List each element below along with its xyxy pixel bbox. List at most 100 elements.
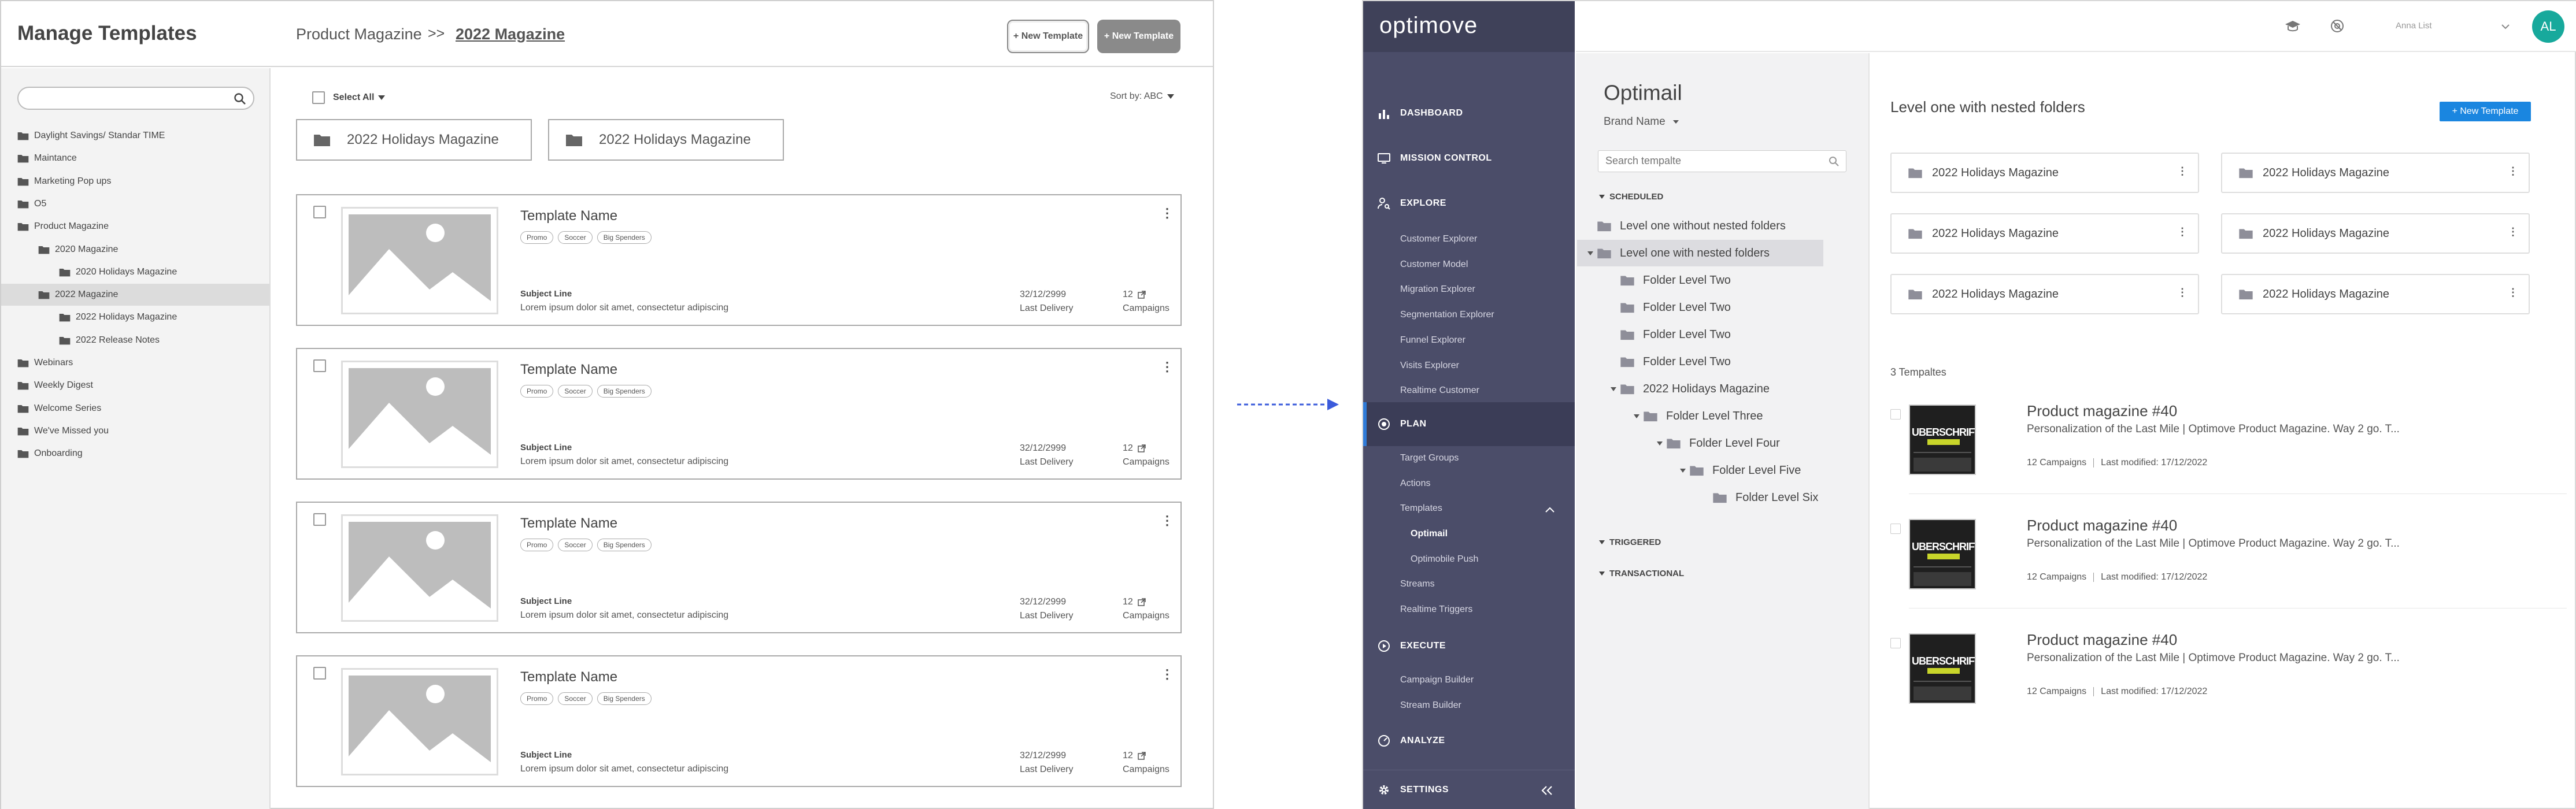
tag-chip[interactable]: Promo	[520, 385, 554, 398]
optimail-tree-node[interactable]: Folder Level Four	[1657, 430, 1848, 457]
nav-item[interactable]: Realtime Triggers	[1400, 604, 1472, 615]
optimail-tree-node[interactable]: Folder Level Two	[1611, 267, 1848, 294]
template-search-input[interactable]	[1605, 151, 1825, 170]
nav-mission-control[interactable]: MISSION CONTROL	[1363, 147, 1575, 170]
nav-execute[interactable]: EXECUTE	[1363, 634, 1575, 658]
more-options-icon[interactable]: ⋮	[1161, 359, 1174, 374]
template-row-checkbox[interactable]	[1890, 638, 1901, 648]
tag-chip[interactable]: Big Spenders	[597, 692, 652, 705]
breadcrumb-parent[interactable]: Product Magazine	[296, 25, 422, 43]
template-card-checkbox[interactable]	[313, 667, 326, 680]
caret-down-icon[interactable]	[1587, 250, 1593, 256]
nav-item[interactable]: Actions	[1400, 478, 1430, 489]
template-card[interactable]: Template Name Promo Soccer Big Spenders Subj…	[296, 194, 1182, 326]
more-options-icon[interactable]: ⋮	[2177, 226, 2188, 238]
template-thumbnail[interactable]: UBERSCHRIFT	[1909, 404, 1976, 475]
template-row[interactable]: UBERSCHRIFT Product magazine #40 Personali…	[1890, 628, 2567, 737]
more-options-icon[interactable]: ⋮	[1161, 513, 1174, 528]
nav-item[interactable]: Stream Builder	[1400, 700, 1461, 711]
campaigns-count[interactable]: 12 Campaigns	[2027, 572, 2086, 582]
template-card[interactable]: Template Name Promo Soccer Big Spenders Subj…	[296, 655, 1182, 787]
more-options-icon[interactable]: ⋮	[2508, 287, 2518, 299]
template-card-checkbox[interactable]	[313, 206, 326, 218]
optimail-tree-node[interactable]: Level one with nested folders	[1577, 240, 1823, 266]
avatar[interactable]: AL	[2532, 10, 2564, 43]
optimail-tree-node[interactable]: Folder Level Two	[1611, 321, 1848, 348]
nav-item[interactable]: Target Groups	[1400, 453, 1459, 463]
more-options-icon[interactable]: ⋮	[1161, 667, 1174, 682]
folder-tree-item[interactable]: O5	[1, 193, 269, 215]
campaigns-count[interactable]: 12 Campaigns	[1123, 595, 1169, 623]
section-scheduled[interactable]: SCHEDULED	[1599, 192, 1663, 202]
nav-subitem[interactable]: Optimobile Push	[1411, 554, 1478, 565]
subfolder-card[interactable]: 2022 Holidays Magazine ⋮	[1890, 213, 2199, 254]
tag-chip[interactable]: Soccer	[558, 692, 593, 705]
section-transactional[interactable]: TRANSACTIONAL	[1599, 569, 1684, 578]
section-triggered[interactable]: TRIGGERED	[1599, 537, 1661, 547]
template-name[interactable]: Product magazine #40	[2027, 631, 2177, 649]
template-row-checkbox[interactable]	[1890, 524, 1901, 534]
caret-down-icon[interactable]	[1611, 386, 1616, 392]
nav-subitem[interactable]: Optimail	[1411, 529, 1448, 539]
template-name[interactable]: Template Name	[520, 669, 617, 685]
select-all[interactable]: Select All	[312, 91, 386, 104]
more-options-icon[interactable]: ⋮	[2177, 287, 2188, 299]
template-name[interactable]: Product magazine #40	[2027, 402, 2177, 420]
folder-tree-item[interactable]: 2022 Magazine	[1, 284, 269, 306]
new-template-button[interactable]: + New Template	[2440, 102, 2531, 121]
collapse-nav-icon[interactable]	[1540, 785, 1554, 796]
template-name[interactable]: Template Name	[520, 362, 617, 378]
folder-search-input[interactable]	[17, 87, 254, 110]
caret-down-icon[interactable]	[1634, 413, 1639, 419]
template-row-checkbox[interactable]	[1890, 409, 1901, 420]
new-template-button[interactable]: + New Template	[1097, 20, 1180, 53]
optimove-logo[interactable]: optimove	[1379, 13, 1478, 39]
subfolder-card[interactable]: 2022 Holidays Magazine ⋮	[1890, 153, 2199, 193]
nav-item[interactable]: Migration Explorer	[1400, 284, 1475, 295]
subfolder-card[interactable]: 2022 Holidays Magazine ⋮	[2221, 274, 2530, 314]
folder-tree-item[interactable]: 2022 Holidays Magazine	[1, 306, 269, 328]
template-card-checkbox[interactable]	[313, 513, 326, 526]
campaigns-count[interactable]: 12 Campaigns	[1123, 441, 1169, 469]
optimail-tree-node[interactable]: Folder Level Five	[1680, 457, 1848, 484]
folder-tree-item[interactable]: Marketing Pop ups	[1, 170, 269, 192]
nav-item[interactable]: Customer Model	[1400, 259, 1468, 270]
folder-tile[interactable]: 2022 Holidays Magazine	[548, 119, 784, 161]
folder-tree-item[interactable]: Webinars	[1, 352, 269, 374]
nav-explore[interactable]: EXPLORE	[1363, 192, 1575, 215]
notifications-off-icon[interactable]	[2330, 18, 2345, 34]
brand-selector[interactable]: Brand Name	[1604, 116, 1679, 128]
template-thumbnail[interactable]: UBERSCHRIFT	[1909, 519, 1976, 589]
template-name[interactable]: Template Name	[520, 515, 617, 532]
nav-plan[interactable]: PLAN	[1363, 402, 1575, 446]
campaigns-count[interactable]: 12 Campaigns	[1123, 749, 1169, 777]
optimail-tree-node[interactable]: Folder Level Two	[1611, 294, 1848, 321]
nav-analyze[interactable]: ANALYZE	[1363, 729, 1575, 752]
subfolder-card[interactable]: 2022 Holidays Magazine ⋮	[2221, 213, 2530, 254]
sort-by-control[interactable]: Sort by: ABC	[1110, 91, 1175, 102]
campaigns-count[interactable]: 12 Campaigns	[1123, 288, 1169, 316]
template-name[interactable]: Template Name	[520, 208, 617, 224]
folder-tree-item[interactable]: Daylight Savings/ Standar TIME	[1, 125, 269, 147]
folder-tree-item[interactable]: Onboarding	[1, 443, 269, 465]
folder-tree-item[interactable]: Product Magazine	[1, 216, 269, 237]
template-search-field[interactable]	[1598, 150, 1846, 172]
template-name[interactable]: Product magazine #40	[2027, 517, 2177, 535]
optimail-tree-node[interactable]: Folder Level Two	[1611, 348, 1848, 375]
tag-chip[interactable]: Promo	[520, 692, 554, 705]
nav-item[interactable]: Streams	[1400, 579, 1435, 589]
folder-tree-item[interactable]: Weekly Digest	[1, 374, 269, 396]
nav-item[interactable]: Visits Explorer	[1400, 361, 1459, 371]
new-template-outline-button[interactable]: + New Template	[1007, 20, 1089, 53]
tag-chip[interactable]: Big Spenders	[597, 539, 652, 551]
user-name[interactable]: Anna List	[2396, 21, 2432, 31]
nav-item[interactable]: Templates	[1400, 503, 1442, 514]
nav-item[interactable]: Realtime Customer	[1400, 385, 1479, 396]
tag-chip[interactable]: Promo	[520, 231, 554, 244]
optimail-tree-node[interactable]: Folder Level Six	[1703, 484, 1848, 511]
folder-tree-item[interactable]: 2020 Holidays Magazine	[1, 261, 269, 283]
more-options-icon[interactable]: ⋮	[2508, 165, 2518, 177]
campaigns-count[interactable]: 12 Campaigns	[2027, 458, 2086, 467]
subfolder-card[interactable]: 2022 Holidays Magazine ⋮	[1890, 274, 2199, 314]
caret-down-icon[interactable]	[1680, 467, 1686, 473]
